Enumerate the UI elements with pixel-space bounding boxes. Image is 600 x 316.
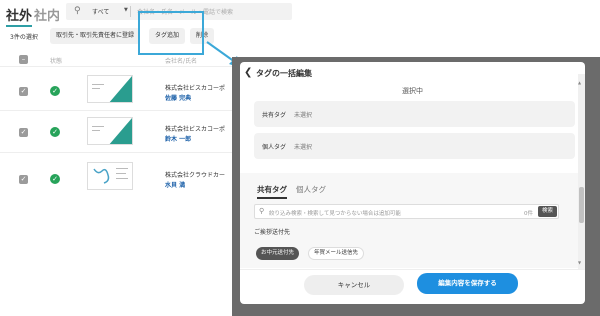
tag-search-input[interactable]: 絞り込み検索・検索して見つからない場合は追加可能: [269, 209, 401, 217]
divider: [0, 110, 240, 111]
status-ok-icon: ✓: [50, 174, 60, 184]
scrollbar[interactable]: [578, 74, 585, 269]
header-company: 会社名/氏名: [165, 58, 198, 65]
row-checkbox[interactable]: ✓: [19, 87, 28, 96]
search-scope-select[interactable]: すべて: [92, 7, 109, 16]
tag-chip[interactable]: 年賀メール送信先: [308, 247, 365, 260]
back-icon[interactable]: ❮: [244, 67, 252, 78]
tab-internal[interactable]: 社内: [34, 5, 60, 24]
divider: [0, 66, 240, 67]
selected-count: 3件の選択: [10, 34, 38, 41]
tab-external[interactable]: 社外: [6, 5, 33, 27]
header-status: 状態: [50, 58, 63, 65]
scrollbar-thumb[interactable]: [579, 187, 584, 223]
tag-bulk-edit-modal: ❮ タグの一括編集 選択中 共有タグ 未選択 個人タグ 未選択 共有タグ 個人タ…: [240, 62, 585, 304]
company-name: 株式会社ビスカコーポ: [165, 85, 226, 92]
row-checkbox[interactable]: ✓: [19, 128, 28, 137]
highlight-box: [138, 11, 204, 55]
search-icon: ⚲: [74, 6, 81, 16]
company-name: 株式会社ビスカコーポ: [165, 126, 226, 133]
tag-search-button[interactable]: 検索: [538, 206, 558, 217]
status-ok-icon: ✓: [50, 127, 60, 137]
shared-tag-card: 共有タグ 未選択: [254, 101, 575, 127]
register-button[interactable]: 取引先・取引先責任者に登録: [50, 28, 141, 44]
shared-tag-label: 共有タグ: [262, 112, 287, 119]
scroll-up-icon[interactable]: ▲: [578, 80, 581, 85]
shared-tag-value: 未選択: [294, 112, 313, 119]
card-art-icon: [93, 168, 128, 184]
selected-header: 選択中: [402, 87, 423, 95]
divider: [240, 269, 585, 270]
personal-tag-label: 個人タグ: [262, 144, 287, 151]
business-card-thumbnail[interactable]: [87, 75, 133, 103]
tag-group-name: ご挨拶送付先: [254, 229, 291, 236]
search-icon: ⚲: [259, 207, 265, 215]
business-card-thumbnail[interactable]: [87, 162, 133, 190]
personal-tag-card: 個人タグ 未選択: [254, 133, 575, 159]
person-name[interactable]: 佐藤 完典: [165, 93, 191, 102]
caret-down-icon: ▼: [124, 7, 128, 13]
tab-personal-tags[interactable]: 個人タグ: [296, 184, 326, 195]
tag-chip-selected[interactable]: お中元送付先: [256, 247, 300, 260]
modal-title: タグの一括編集: [256, 69, 312, 78]
company-name: 株式会社クラウドカー: [165, 172, 226, 179]
divider: [130, 6, 131, 17]
tag-search-field[interactable]: ⚲ 絞り込み検索・検索して見つからない場合は追加可能 0件 検索: [254, 204, 559, 219]
row-checkbox[interactable]: ✓: [19, 175, 28, 184]
cancel-button[interactable]: キャンセル: [304, 275, 404, 295]
status-ok-icon: ✓: [50, 86, 60, 96]
person-name[interactable]: 鈴木 一郎: [165, 134, 191, 143]
select-all-checkbox[interactable]: –: [19, 55, 28, 64]
tab-shared-tags[interactable]: 共有タグ: [257, 184, 287, 199]
personal-tag-value: 未選択: [294, 144, 313, 151]
search-count: 0件: [524, 211, 533, 217]
divider: [0, 152, 240, 153]
save-button[interactable]: 編集内容を保存する: [417, 273, 518, 294]
business-card-thumbnail[interactable]: [87, 117, 133, 145]
person-name[interactable]: 水貝 満: [165, 180, 185, 189]
scroll-down-icon[interactable]: ▼: [578, 260, 581, 265]
